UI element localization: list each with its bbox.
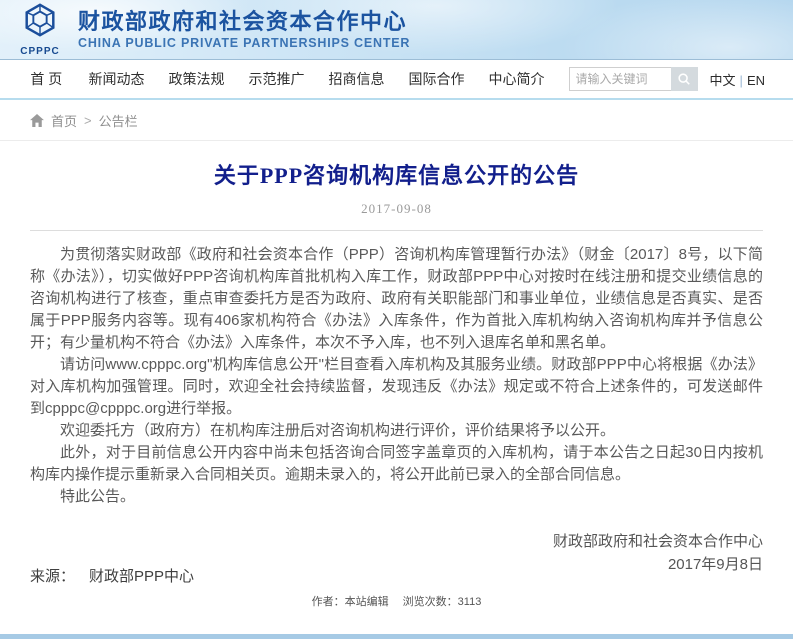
article-paragraph: 为贯彻落实财政部《政府和社会资本合作（PPP）咨询机构库管理暂行办法》（财金〔2…: [30, 244, 763, 354]
breadcrumb-current[interactable]: 公告栏: [99, 111, 138, 130]
nav-item-international[interactable]: 国际合作: [409, 69, 465, 89]
article-paragraph: 欢迎委托方（政府方）在机构库注册后对咨询机构进行评价，评价结果将予以公开。: [30, 420, 763, 442]
site-header: CPPPC 财政部政府和社会资本合作中心 CHINA PUBLIC PRIVAT…: [0, 0, 793, 60]
source-label: 来源：: [30, 568, 75, 585]
site-subtitle: CHINA PUBLIC PRIVATE PARTNERSHIPS CENTER: [78, 36, 410, 50]
author-text: 作者：本站编辑: [312, 596, 389, 608]
site-title: 财政部政府和社会资本合作中心: [78, 10, 410, 34]
breadcrumb-home-link[interactable]: 首页: [51, 111, 77, 130]
article-title: 关于PPP咨询机构库信息公开的公告: [30, 158, 763, 190]
logo-abbr-text: CPPPC: [20, 46, 59, 57]
nav-item-home[interactable]: 首 页: [28, 69, 65, 89]
title-divider: [30, 230, 763, 231]
lang-en-link[interactable]: EN: [747, 73, 765, 88]
article-paragraph: 特此公告。: [30, 486, 763, 508]
search-icon: [677, 72, 691, 86]
views-count: 浏览次数：3113: [403, 596, 482, 608]
author-views-row: 作者：本站编辑 浏览次数：3113: [0, 593, 793, 609]
source-row: 来源： 财政部PPP中心: [30, 565, 194, 586]
lang-zh-link[interactable]: 中文: [710, 73, 736, 88]
lang-divider: |: [740, 73, 743, 88]
article: 关于PPP咨询机构库信息公开的公告 2017-09-08 为贯彻落实财政部《政府…: [0, 158, 793, 576]
language-switch: 中文 | EN: [710, 70, 765, 89]
nav-item-policies[interactable]: 政策法规: [169, 69, 225, 89]
article-paragraph: 请访问www.cpppc.org"机构库信息公开"栏目查看入库机构及其服务业绩。…: [30, 354, 763, 420]
article-body: 为贯彻落实财政部《政府和社会资本合作（PPP）咨询机构库管理暂行办法》（财金〔2…: [30, 244, 763, 508]
nav-item-demonstration[interactable]: 示范推广: [249, 69, 305, 89]
source-value: 财政部PPP中心: [89, 568, 194, 585]
site-logo[interactable]: CPPPC: [8, 2, 72, 57]
search-button[interactable]: [671, 67, 698, 91]
footer-blue-bar: [0, 634, 793, 639]
nav-item-about[interactable]: 中心简介: [489, 69, 545, 89]
nav-item-news[interactable]: 新闻动态: [89, 69, 145, 89]
search-input[interactable]: [569, 67, 671, 91]
article-date: 2017-09-08: [30, 201, 763, 217]
home-icon: [30, 114, 44, 127]
cpppc-hexagon-logo-icon: [21, 2, 59, 45]
breadcrumb: 首页 > 公告栏: [0, 100, 793, 141]
signature-organization: 财政部政府和社会资本合作中心: [30, 530, 763, 553]
article-paragraph: 此外，对于目前信息公开内容中尚未包括咨询合同签字盖章页的入库机构，请于本公告之日…: [30, 442, 763, 486]
breadcrumb-separator: >: [84, 113, 92, 128]
nav-item-investment[interactable]: 招商信息: [329, 69, 385, 89]
main-nav: 首 页 新闻动态 政策法规 示范推广 招商信息 国际合作 中心简介 中文 | EN: [0, 60, 793, 100]
